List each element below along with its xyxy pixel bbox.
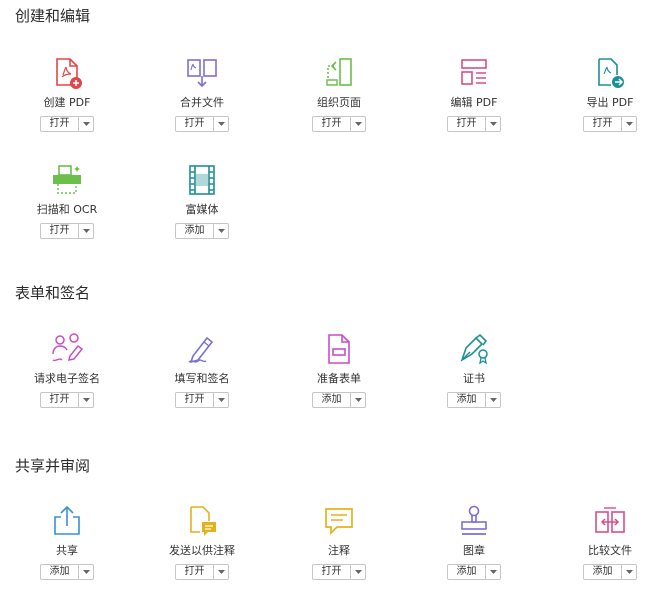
tool-action-split-button: 打开 bbox=[583, 116, 637, 132]
comment-icon[interactable] bbox=[321, 503, 357, 539]
open-button[interactable]: 打开 bbox=[41, 117, 78, 131]
tool-fill-sign[interactable]: 填写和签名 打开 bbox=[142, 331, 262, 431]
tool-action-split-button: 添加 bbox=[447, 392, 501, 408]
organize-pages-icon[interactable] bbox=[321, 55, 357, 91]
section-title-share-review: 共享并审阅 bbox=[15, 457, 91, 475]
chevron-down-icon[interactable] bbox=[350, 117, 365, 131]
tool-organize-pages[interactable]: 组织页面 打开 bbox=[279, 55, 399, 155]
tool-label: 比较文件 bbox=[588, 544, 632, 557]
chevron-down-icon[interactable] bbox=[213, 393, 228, 407]
tool-compare-files[interactable]: 比较文件 添加 bbox=[550, 503, 670, 603]
combine-files-icon[interactable] bbox=[184, 55, 220, 91]
tool-label: 编辑 PDF bbox=[450, 96, 498, 109]
scan-ocr-icon[interactable] bbox=[49, 162, 85, 198]
tool-create-pdf[interactable]: 创建 PDF 打开 bbox=[7, 55, 127, 155]
chevron-down-icon[interactable] bbox=[78, 565, 93, 579]
tool-label: 导出 PDF bbox=[586, 96, 634, 109]
tool-label: 扫描和 OCR bbox=[36, 203, 98, 216]
fill-sign-icon[interactable] bbox=[184, 331, 220, 367]
tool-prepare-form[interactable]: 准备表单 添加 bbox=[279, 331, 399, 431]
tool-label: 证书 bbox=[463, 372, 485, 385]
tool-comment[interactable]: 注释 打开 bbox=[279, 503, 399, 603]
chevron-down-icon[interactable] bbox=[213, 565, 228, 579]
chevron-down-icon[interactable] bbox=[621, 117, 636, 131]
add-button[interactable]: 添加 bbox=[41, 565, 78, 579]
chevron-down-icon[interactable] bbox=[621, 565, 636, 579]
create-pdf-icon[interactable] bbox=[49, 55, 85, 91]
tool-share[interactable]: 共享 添加 bbox=[7, 503, 127, 603]
chevron-down-icon[interactable] bbox=[350, 393, 365, 407]
send-for-comments-icon[interactable] bbox=[184, 503, 220, 539]
tool-action-split-button: 打开 bbox=[175, 116, 229, 132]
compare-files-icon[interactable] bbox=[592, 503, 628, 539]
add-button[interactable]: 添加 bbox=[176, 224, 213, 238]
open-button[interactable]: 打开 bbox=[176, 565, 213, 579]
chevron-down-icon[interactable] bbox=[485, 565, 500, 579]
tool-action-split-button: 打开 bbox=[40, 392, 94, 408]
add-button[interactable]: 添加 bbox=[448, 565, 485, 579]
chevron-down-icon[interactable] bbox=[213, 224, 228, 238]
share-icon[interactable] bbox=[49, 503, 85, 539]
tool-action-split-button: 添加 bbox=[175, 223, 229, 239]
tool-action-split-button: 添加 bbox=[312, 392, 366, 408]
tool-certificates[interactable]: 证书 添加 bbox=[414, 331, 534, 431]
edit-pdf-icon[interactable] bbox=[456, 55, 492, 91]
chevron-down-icon[interactable] bbox=[485, 117, 500, 131]
tool-edit-pdf[interactable]: 编辑 PDF 打开 bbox=[414, 55, 534, 155]
tool-action-split-button: 添加 bbox=[40, 564, 94, 580]
tool-label: 准备表单 bbox=[317, 372, 361, 385]
open-button[interactable]: 打开 bbox=[176, 393, 213, 407]
chevron-down-icon[interactable] bbox=[78, 224, 93, 238]
chevron-down-icon[interactable] bbox=[78, 393, 93, 407]
chevron-down-icon[interactable] bbox=[78, 117, 93, 131]
tool-action-split-button: 添加 bbox=[447, 564, 501, 580]
open-button[interactable]: 打开 bbox=[313, 117, 350, 131]
tool-label: 发送以供注释 bbox=[169, 544, 235, 557]
open-button[interactable]: 打开 bbox=[584, 117, 621, 131]
tool-action-split-button: 打开 bbox=[312, 116, 366, 132]
tool-label: 富媒体 bbox=[185, 203, 219, 216]
export-pdf-icon[interactable] bbox=[592, 55, 628, 91]
tool-stamp[interactable]: 图章 添加 bbox=[414, 503, 534, 603]
open-button[interactable]: 打开 bbox=[448, 117, 485, 131]
tool-action-split-button: 打开 bbox=[175, 564, 229, 580]
add-button[interactable]: 添加 bbox=[448, 393, 485, 407]
tool-label: 组织页面 bbox=[317, 96, 361, 109]
open-button[interactable]: 打开 bbox=[41, 393, 78, 407]
tool-label: 创建 PDF bbox=[43, 96, 91, 109]
chevron-down-icon[interactable] bbox=[485, 393, 500, 407]
tool-label: 共享 bbox=[56, 544, 78, 557]
section-title-create-edit: 创建和编辑 bbox=[15, 7, 91, 25]
tool-request-esign[interactable]: 请求电子签名 打开 bbox=[7, 331, 127, 431]
tool-combine-files[interactable]: 合并文件 打开 bbox=[142, 55, 262, 155]
add-button[interactable]: 添加 bbox=[313, 393, 350, 407]
tool-action-split-button: 打开 bbox=[312, 564, 366, 580]
section-title-forms-signatures: 表单和签名 bbox=[15, 284, 91, 302]
tool-action-split-button: 打开 bbox=[40, 116, 94, 132]
tool-rich-media[interactable]: 富媒体 添加 bbox=[142, 162, 262, 262]
tool-scan-ocr[interactable]: 扫描和 OCR 打开 bbox=[7, 162, 127, 262]
open-button[interactable]: 打开 bbox=[41, 224, 78, 238]
prepare-form-icon[interactable] bbox=[321, 331, 357, 367]
certificates-icon[interactable] bbox=[456, 331, 492, 367]
request-esign-icon[interactable] bbox=[49, 331, 85, 367]
stamp-icon[interactable] bbox=[456, 503, 492, 539]
tool-export-pdf[interactable]: 导出 PDF 打开 bbox=[550, 55, 670, 155]
tool-action-split-button: 打开 bbox=[447, 116, 501, 132]
tool-label: 请求电子签名 bbox=[34, 372, 100, 385]
rich-media-icon[interactable] bbox=[184, 162, 220, 198]
chevron-down-icon[interactable] bbox=[350, 565, 365, 579]
open-button[interactable]: 打开 bbox=[313, 565, 350, 579]
tool-action-split-button: 打开 bbox=[175, 392, 229, 408]
tool-label: 合并文件 bbox=[180, 96, 224, 109]
tool-action-split-button: 打开 bbox=[40, 223, 94, 239]
chevron-down-icon[interactable] bbox=[213, 117, 228, 131]
open-button[interactable]: 打开 bbox=[176, 117, 213, 131]
tool-action-split-button: 添加 bbox=[583, 564, 637, 580]
tool-label: 图章 bbox=[463, 544, 485, 557]
tool-label: 注释 bbox=[328, 544, 350, 557]
add-button[interactable]: 添加 bbox=[584, 565, 621, 579]
tool-send-for-comments[interactable]: 发送以供注释 打开 bbox=[142, 503, 262, 603]
tool-label: 填写和签名 bbox=[174, 372, 230, 385]
